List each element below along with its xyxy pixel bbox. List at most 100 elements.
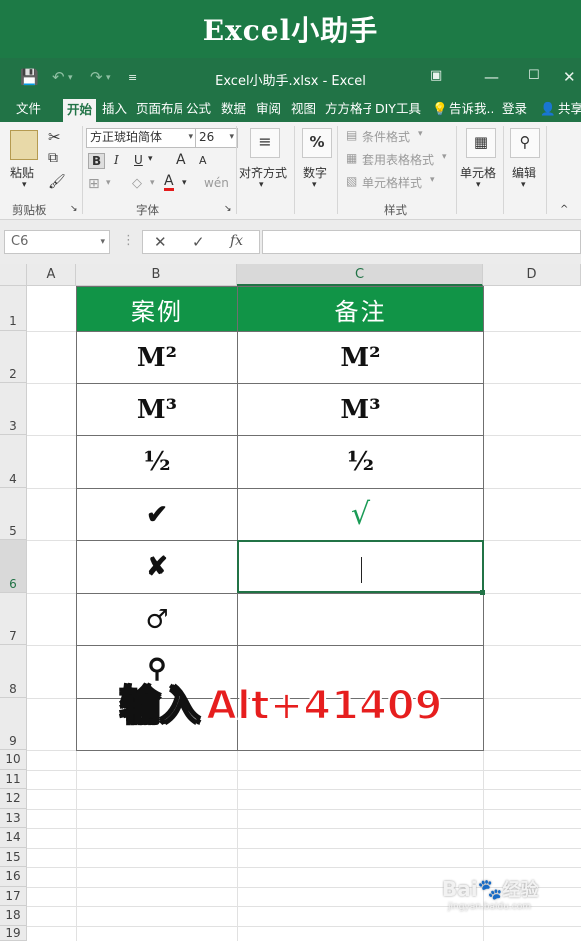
row-header-7[interactable]: 7 [0,593,27,645]
fill-handle[interactable] [480,590,485,595]
alignment-dropdown-icon[interactable]: ▾ [259,180,264,190]
note-cell-checkmark[interactable]: √ [237,488,484,541]
align-icon[interactable]: ≡ [250,128,280,158]
row-header-6[interactable]: 6 [0,540,27,593]
row-header-18[interactable]: 18 [0,906,27,926]
alignment-button[interactable]: 对齐方式 [239,164,287,181]
tab-insert[interactable]: 插入 [102,98,127,122]
phonetic-icon[interactable]: wén [204,176,229,190]
paste-dropdown-icon[interactable]: ▾ [22,180,27,190]
minimize-icon[interactable]: — [484,68,499,86]
row-header-10[interactable]: 10 [0,750,27,770]
select-all-corner[interactable] [0,264,27,286]
font-launcher-icon[interactable]: ↘ [224,204,232,214]
row-header-14[interactable]: 14 [0,828,27,848]
table-header-note[interactable]: 备注 [237,286,484,332]
tab-diy-tools[interactable]: DIY工具 [375,98,425,122]
enter-icon[interactable]: ✓ [192,233,205,251]
search-icon[interactable]: ⚲ [510,128,540,158]
row-header-11[interactable]: 11 [0,770,27,789]
row-header-9[interactable]: 9 [0,698,27,750]
row-header-16[interactable]: 16 [0,867,27,887]
tab-file[interactable]: 文件 [16,98,41,122]
example-cell-superscript-2[interactable]: M² [76,331,238,384]
cells-button[interactable]: 单元格 [460,164,496,181]
format-painter-icon[interactable]: 🖌 [48,174,66,190]
underline-button[interactable]: U [134,153,143,167]
column-header-b[interactable]: B [76,264,237,286]
row-header-4[interactable]: 4 [0,435,27,488]
example-cell-male[interactable]: ♂ [76,593,238,646]
decrease-font-button[interactable]: A [199,154,207,167]
name-box[interactable]: C6 ▾ [4,230,110,254]
example-cell-cross[interactable]: ✘ [76,540,238,594]
row-header-12[interactable]: 12 [0,789,27,809]
example-cell-half[interactable]: ½ [76,435,238,489]
clipboard-launcher-icon[interactable]: ↘ [70,204,78,214]
formula-input[interactable] [262,230,581,254]
tab-data[interactable]: 数据 [221,98,246,122]
cut-icon[interactable]: ✂ [48,128,61,146]
font-color-button[interactable]: A [164,174,174,191]
column-header-a[interactable]: A [27,264,76,286]
tell-me-search[interactable]: 告诉我... [449,98,493,122]
tab-view[interactable]: 视图 [291,98,316,122]
tab-page-layout[interactable]: 页面布局 [136,98,182,122]
caption-prefix: 输入 [119,682,201,730]
number-dropdown-icon[interactable]: ▾ [312,180,317,190]
underline-dropdown-icon[interactable]: ▾ [148,154,153,164]
row-header-2[interactable]: 2 [0,331,27,383]
row-header-8[interactable]: 8 [0,645,27,698]
number-format-button[interactable]: 数字 [303,164,327,181]
note-cell-superscript-2[interactable]: M² [237,331,484,384]
editing-button[interactable]: 编辑 [512,164,536,181]
row-header-1[interactable]: 1 [0,286,27,331]
cells-dropdown-icon[interactable]: ▾ [476,180,481,190]
row-header-19[interactable]: 19 [0,926,27,941]
row-header-15[interactable]: 15 [0,848,27,867]
row-header-3[interactable]: 3 [0,383,27,435]
row-header-13[interactable]: 13 [0,809,27,828]
table-format-button[interactable]: 套用表格格式 [362,151,434,168]
note-cell-superscript-3[interactable]: M³ [237,383,484,436]
maximize-icon[interactable]: ☐ [528,68,540,83]
paste-button[interactable]: 粘贴 [10,164,34,181]
column-header-c[interactable]: C [237,264,483,286]
example-cell-checkmark[interactable]: ✔ [76,488,238,541]
example-cell-superscript-3[interactable]: M³ [76,383,238,436]
copy-icon[interactable]: ⧉ [48,150,58,166]
cell-styles-button[interactable]: 单元格样式 [362,174,422,191]
fill-color-icon[interactable]: ◇ [132,176,142,191]
fill-dropdown-icon[interactable]: ▾ [150,178,155,188]
italic-button[interactable]: I [114,153,119,167]
increase-font-button[interactable]: A [176,152,186,168]
row-header-5[interactable]: 5 [0,488,27,540]
row-header-17[interactable]: 17 [0,887,27,906]
font-color-dropdown-icon[interactable]: ▾ [182,178,187,188]
font-size-select[interactable]: 26 ▾ [195,128,238,148]
tab-review[interactable]: 审阅 [256,98,281,122]
tab-fangfang-gezi[interactable]: 方方格子 [325,98,371,122]
bold-button[interactable]: B [88,153,106,169]
clipboard-icon[interactable] [10,130,38,160]
sign-in-link[interactable]: 登录 [502,98,527,122]
tab-home[interactable]: 开始 [63,99,97,122]
insert-function-icon[interactable]: fx [230,233,243,249]
cancel-icon[interactable]: ✕ [154,233,167,251]
cells-icon[interactable]: ▦ [466,128,496,158]
note-cell-male[interactable] [237,593,484,646]
conditional-format-button[interactable]: 条件格式 [362,128,410,145]
collapse-ribbon-icon[interactable]: ^ [560,204,568,215]
border-icon[interactable]: ⊞ [88,176,100,192]
tab-formulas[interactable]: 公式 [186,98,211,122]
ribbon-display-icon[interactable]: ▣ [430,68,442,83]
table-header-example[interactable]: 案例 [76,286,238,332]
column-header-d[interactable]: D [483,264,581,286]
share-button[interactable]: 共享 [558,98,581,122]
editing-dropdown-icon[interactable]: ▾ [521,180,526,190]
font-name-select[interactable]: 方正琥珀简体 ▾ [86,128,197,148]
border-dropdown-icon[interactable]: ▾ [106,178,111,188]
note-cell-half[interactable]: ½ [237,435,484,489]
close-icon[interactable]: ✕ [563,68,576,86]
percent-icon[interactable]: % [302,128,332,158]
